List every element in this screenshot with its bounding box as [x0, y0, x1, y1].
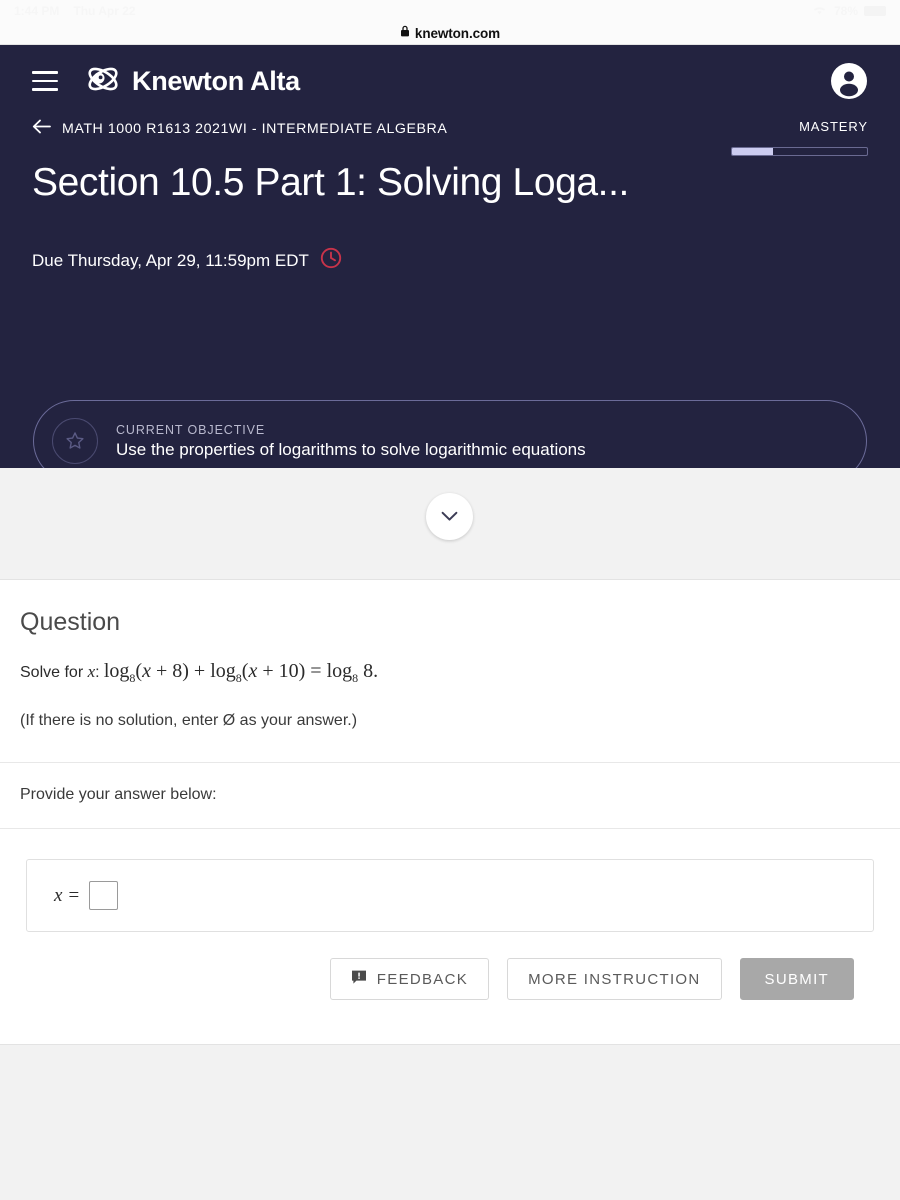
question-note: (If there is no solution, enter Ø as you… — [20, 712, 358, 729]
due-date-text: Due Thursday, Apr 29, 11:59pm EDT — [32, 250, 309, 270]
arg1-variable: x — [142, 660, 151, 682]
equation-rhs: 8 — [363, 660, 374, 682]
prompt-lead: Solve for — [20, 664, 84, 681]
account-avatar-icon[interactable] — [830, 62, 868, 100]
submit-button-label: SUBMIT — [764, 970, 829, 988]
status-bar-right: 78% — [811, 4, 886, 19]
chevron-down-icon[interactable] — [426, 493, 473, 540]
brand-logo[interactable]: Knewton Alta — [86, 63, 300, 100]
question-block: Question Solve for x: log8(x + 8) + log8… — [0, 580, 900, 763]
battery-icon — [864, 6, 886, 16]
arg1-close: ) — [182, 660, 189, 682]
breadcrumb-row: MATH 1000 R1613 2021WI - INTERMEDIATE AL… — [32, 119, 868, 156]
question-prompt: Solve for x: log8(x + 8) + log8(x + 10) … — [20, 660, 880, 686]
action-buttons: FEEDBACK MORE INSTRUCTION SUBMIT — [26, 932, 874, 1022]
status-bar-time: 1:44 PM — [14, 4, 60, 18]
question-heading: Question — [20, 608, 121, 636]
answer-equals-sign: = — [68, 884, 80, 906]
equation: log8(x + 8) + log8(x + 10) = log8 8. — [103, 660, 379, 685]
log-1: log — [103, 660, 130, 682]
due-date-row: Due Thursday, Apr 29, 11:59pm EDT — [32, 247, 868, 274]
answer-block: x = FEEDBACK MORE INSTRUCTION SUBMIT — [0, 829, 900, 1044]
breadcrumb[interactable]: MATH 1000 R1613 2021WI - INTERMEDIATE AL… — [32, 119, 447, 139]
top-nav: Knewton Alta — [32, 45, 868, 103]
arg2-variable: x — [248, 660, 258, 682]
browser-url-bar[interactable]: knewton.com — [0, 22, 900, 45]
provide-answer-label: Provide your answer below: — [0, 763, 900, 829]
submit-button[interactable]: SUBMIT — [739, 958, 854, 1000]
lock-icon — [400, 24, 410, 42]
log-2: log — [210, 660, 236, 682]
feedback-button[interactable]: FEEDBACK — [329, 958, 490, 1000]
page-title: Section 10.5 Part 1: Solving Loga... — [32, 161, 629, 204]
arg2-plus: + — [262, 660, 274, 682]
content-area: Question Solve for x: log8(x + 8) + log8… — [0, 468, 900, 1200]
arg1-plus: + — [155, 660, 168, 682]
mastery-label: MASTERY — [799, 119, 868, 134]
equation-period: . — [373, 660, 379, 682]
arg1-number: 8 — [172, 660, 183, 682]
arg2-close: ) — [298, 660, 306, 682]
breadcrumb-label: MATH 1000 R1613 2021WI - INTERMEDIATE AL… — [62, 121, 448, 137]
objective-text: Use the properties of logarithms to solv… — [116, 439, 586, 459]
course-header: Knewton Alta MATH 1000 R1613 2021WI - IN… — [0, 45, 900, 540]
objective-kicker: CURRENT OBJECTIVE — [116, 422, 266, 437]
wifi-icon — [811, 4, 828, 19]
answer-variable: x — [54, 884, 63, 906]
battery-percent-label: 78% — [833, 4, 858, 18]
brand-name: Knewton Alta — [132, 65, 300, 96]
back-arrow-icon — [32, 119, 51, 139]
equation-operator: + — [193, 660, 206, 682]
clock-icon — [320, 247, 342, 274]
knewton-atom-logo-icon — [86, 63, 120, 100]
ios-status-bar: 1:44 PM Thu Apr 22 78% — [0, 0, 900, 22]
url-text: knewton.com — [414, 25, 501, 41]
status-bar-left: 1:44 PM Thu Apr 22 — [14, 4, 136, 18]
log-3: log — [326, 660, 353, 682]
objective-texts: CURRENT OBJECTIVE Use the properties of … — [116, 423, 586, 460]
prompt-variable: x — [87, 662, 96, 681]
feedback-speech-bubble-icon — [351, 969, 367, 989]
mastery-progress-track — [731, 147, 868, 156]
more-instruction-button-label: MORE INSTRUCTION — [528, 970, 701, 988]
arg2-number: 10 — [278, 660, 299, 682]
answer-input[interactable] — [89, 881, 119, 910]
star-icon — [52, 418, 98, 464]
equation-equals: = — [310, 660, 322, 682]
mastery-meter: MASTERY — [728, 119, 868, 156]
feedback-button-label: FEEDBACK — [376, 970, 469, 988]
prompt-colon: : — [95, 664, 100, 681]
question-card: Question Solve for x: log8(x + 8) + log8… — [0, 579, 900, 1045]
status-bar-date: Thu Apr 22 — [73, 4, 136, 18]
hamburger-menu-icon[interactable] — [32, 71, 58, 91]
mastery-progress-fill — [732, 148, 773, 155]
log-base-3: 8 — [352, 671, 359, 685]
more-instruction-button[interactable]: MORE INSTRUCTION — [507, 958, 722, 1000]
answer-input-area[interactable]: x = — [26, 859, 874, 932]
